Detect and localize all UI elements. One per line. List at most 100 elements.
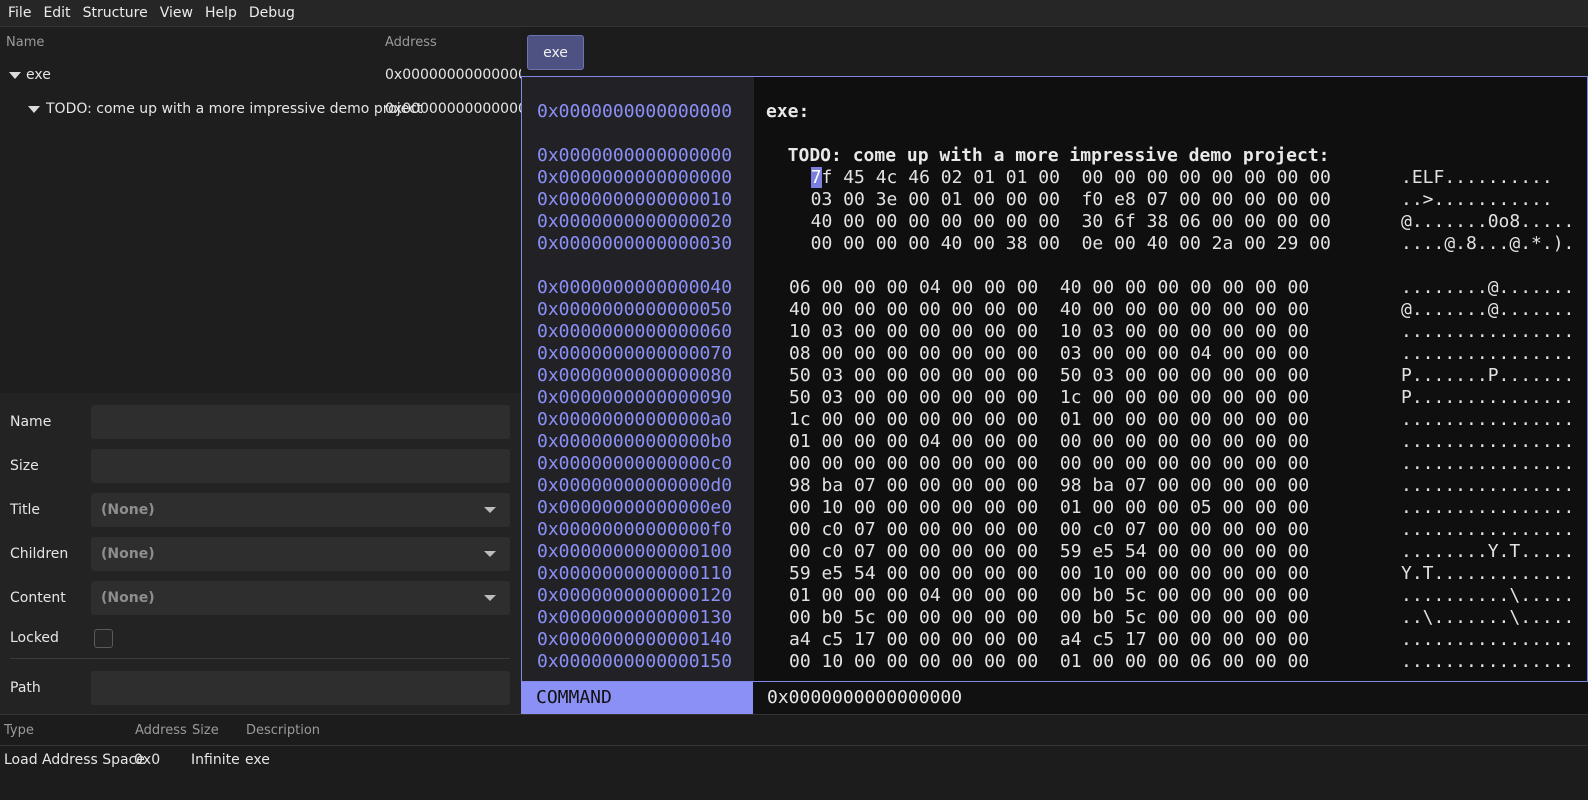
- hex-bytes[interactable]: 1c 00 00 00 00 00 00 00 01 00 00 00 00 0…: [789, 409, 1309, 431]
- prop-path-row: Path: [0, 671, 521, 707]
- hex-bytes[interactable]: 50 03 00 00 00 00 00 00 50 03 00 00 00 0…: [789, 365, 1309, 387]
- tree-row-label: TODO: come up with a more impressive dem…: [46, 101, 423, 117]
- col-description[interactable]: Description: [246, 723, 320, 738]
- list-item[interactable]: Load Address Space 0x0 Infinite exe: [0, 746, 1588, 776]
- hex-bytes[interactable]: 59 e5 54 00 00 00 00 00 00 10 00 00 00 0…: [789, 563, 1309, 585]
- path-input[interactable]: [91, 671, 510, 705]
- command-input[interactable]: 0x0000000000000000: [767, 682, 962, 714]
- hex-bytes[interactable]: 03 00 3e 00 01 00 00 00 f0 e8 07 00 00 0…: [789, 189, 1331, 211]
- menu-view[interactable]: View: [154, 0, 199, 27]
- row-description: exe: [245, 752, 270, 768]
- hex-ascii[interactable]: ................: [1401, 321, 1574, 343]
- hex-address: 0x0000000000000050: [537, 299, 733, 320]
- expand-triangle-icon[interactable]: [28, 106, 40, 113]
- hex-ascii[interactable]: @.......@.......: [1401, 299, 1574, 321]
- hex-ascii[interactable]: ........@.......: [1401, 277, 1574, 299]
- children-select[interactable]: (None): [91, 537, 510, 571]
- hex-ascii[interactable]: ................: [1401, 431, 1574, 453]
- hex-ascii[interactable]: @.......0o8.....: [1401, 211, 1574, 233]
- hex-bytes[interactable]: 00 00 00 00 00 00 00 00 00 00 00 00 00 0…: [789, 453, 1309, 475]
- hex-bytes[interactable]: 06 00 00 00 04 00 00 00 40 00 00 00 00 0…: [789, 277, 1309, 299]
- hex-ascii[interactable]: ................: [1401, 343, 1574, 365]
- tree-row-todo[interactable]: TODO: come up with a more impressive dem…: [0, 92, 521, 126]
- hex-ascii[interactable]: P.......P.......: [1401, 365, 1574, 387]
- menu-debug[interactable]: Debug: [243, 0, 301, 27]
- hex-ascii[interactable]: ..........\.....: [1401, 585, 1574, 607]
- row-type: Load Address Space: [4, 752, 145, 768]
- hex-ascii[interactable]: .ELF..........: [1401, 167, 1553, 189]
- structure-label: TODO: come up with a more impressive dem…: [766, 145, 1330, 166]
- hex-ascii[interactable]: ................: [1401, 475, 1574, 497]
- hex-bytes[interactable]: a4 c5 17 00 00 00 00 00 a4 c5 17 00 00 0…: [789, 629, 1309, 651]
- address-space-list: Type Address Size Description Load Addre…: [0, 714, 1588, 800]
- hex-bytes[interactable]: 40 00 00 00 00 00 00 00 30 6f 38 06 00 0…: [789, 211, 1331, 233]
- menu-help[interactable]: Help: [199, 0, 243, 27]
- command-label: COMMAND: [521, 682, 753, 714]
- list-header: Type Address Size Description: [0, 715, 1588, 746]
- hex-address: 0x00000000000000e0: [537, 497, 733, 518]
- size-input[interactable]: [91, 449, 510, 483]
- hex-address: 0x0000000000000020: [537, 211, 733, 232]
- hex-address: 0x00000000000000b0: [537, 431, 733, 452]
- name-input[interactable]: [91, 405, 510, 439]
- hex-ascii[interactable]: ..\.......\.....: [1401, 607, 1574, 629]
- hex-ascii[interactable]: ..>...........: [1401, 189, 1553, 211]
- cursor: 7: [810, 167, 822, 188]
- hex-address: 0x0000000000000010: [537, 189, 733, 210]
- hex-ascii[interactable]: ................: [1401, 409, 1574, 431]
- hex-ascii[interactable]: P...............: [1401, 387, 1574, 409]
- hex-address: 0x0000000000000110: [537, 563, 733, 584]
- tree-row-exe[interactable]: exe 0x000000000000000: [0, 58, 521, 92]
- expand-triangle-icon[interactable]: [9, 72, 21, 79]
- menu-bar: File Edit Structure View Help Debug: [0, 0, 1588, 27]
- hex-ascii[interactable]: ........Y.T.....: [1401, 541, 1574, 563]
- hex-ascii[interactable]: ................: [1401, 651, 1574, 673]
- structure-label: exe:: [766, 101, 810, 122]
- hex-editor[interactable]: 0x0000000000000000 exe: 0x0000000000000000…: [521, 76, 1588, 682]
- tree-col-address[interactable]: Address: [385, 35, 437, 50]
- tab-exe[interactable]: exe: [527, 35, 584, 70]
- hex-bytes[interactable]: 01 00 00 00 04 00 00 00 00 b0 5c 00 00 0…: [789, 585, 1309, 607]
- col-address[interactable]: Address: [135, 723, 187, 738]
- hex-bytes[interactable]: 01 00 00 00 04 00 00 00 00 00 00 00 00 0…: [789, 431, 1309, 453]
- hex-bytes[interactable]: 00 c0 07 00 00 00 00 00 00 c0 07 00 00 0…: [789, 519, 1309, 541]
- hex-bytes[interactable]: 00 10 00 00 00 00 00 00 01 00 00 00 06 0…: [789, 651, 1309, 673]
- hex-bytes[interactable]: 08 00 00 00 00 00 00 00 03 00 00 00 04 0…: [789, 343, 1309, 365]
- prop-content-label: Content: [10, 590, 66, 606]
- menu-structure[interactable]: Structure: [77, 0, 154, 27]
- title-select[interactable]: (None): [91, 493, 510, 527]
- hex-bytes[interactable]: 10 03 00 00 00 00 00 00 10 03 00 00 00 0…: [789, 321, 1309, 343]
- chevron-down-icon: [484, 507, 496, 513]
- prop-title-row: Title (None): [0, 493, 521, 529]
- hex-ascii[interactable]: ................: [1401, 497, 1574, 519]
- hex-ascii[interactable]: ....@.8...@.*.).: [1401, 233, 1574, 255]
- hex-bytes[interactable]: 7f 45 4c 46 02 01 01 00 00 00 00 00 00 0…: [789, 167, 1331, 189]
- properties-panel: Name Size Title (None) Children (None) C…: [0, 393, 521, 714]
- hex-address: 0x00000000000000a0: [537, 409, 733, 430]
- locked-checkbox[interactable]: [94, 629, 113, 648]
- tree-col-name[interactable]: Name: [6, 35, 44, 50]
- tab-strip: exe: [521, 27, 1588, 76]
- col-size[interactable]: Size: [192, 723, 219, 738]
- prop-title-label: Title: [10, 502, 41, 518]
- hex-address: 0x0000000000000060: [537, 321, 733, 342]
- content-select[interactable]: (None): [91, 581, 510, 615]
- hex-bytes[interactable]: 40 00 00 00 00 00 00 00 40 00 00 00 00 0…: [789, 299, 1309, 321]
- hex-bytes[interactable]: 00 10 00 00 00 00 00 00 01 00 00 00 05 0…: [789, 497, 1309, 519]
- hex-bytes[interactable]: 00 b0 5c 00 00 00 00 00 00 b0 5c 00 00 0…: [789, 607, 1309, 629]
- hex-bytes[interactable]: 00 c0 07 00 00 00 00 00 59 e5 54 00 00 0…: [789, 541, 1309, 563]
- menu-file[interactable]: File: [2, 0, 37, 27]
- hex-ascii[interactable]: ................: [1401, 453, 1574, 475]
- hex-address: 0x0000000000000040: [537, 277, 733, 298]
- col-type[interactable]: Type: [4, 723, 34, 738]
- hex-ascii[interactable]: ................: [1401, 629, 1574, 651]
- hex-address: 0x00000000000000d0: [537, 475, 733, 496]
- hex-ascii[interactable]: Y.T.............: [1401, 563, 1574, 585]
- hex-address: 0x0000000000000030: [537, 233, 733, 254]
- hex-ascii[interactable]: ................: [1401, 519, 1574, 541]
- menu-edit[interactable]: Edit: [37, 0, 76, 27]
- hex-address: 0x0000000000000070: [537, 343, 733, 364]
- hex-bytes[interactable]: 00 00 00 00 40 00 38 00 0e 00 40 00 2a 0…: [789, 233, 1331, 255]
- hex-bytes[interactable]: 50 03 00 00 00 00 00 00 1c 00 00 00 00 0…: [789, 387, 1309, 409]
- hex-bytes[interactable]: 98 ba 07 00 00 00 00 00 98 ba 07 00 00 0…: [789, 475, 1309, 497]
